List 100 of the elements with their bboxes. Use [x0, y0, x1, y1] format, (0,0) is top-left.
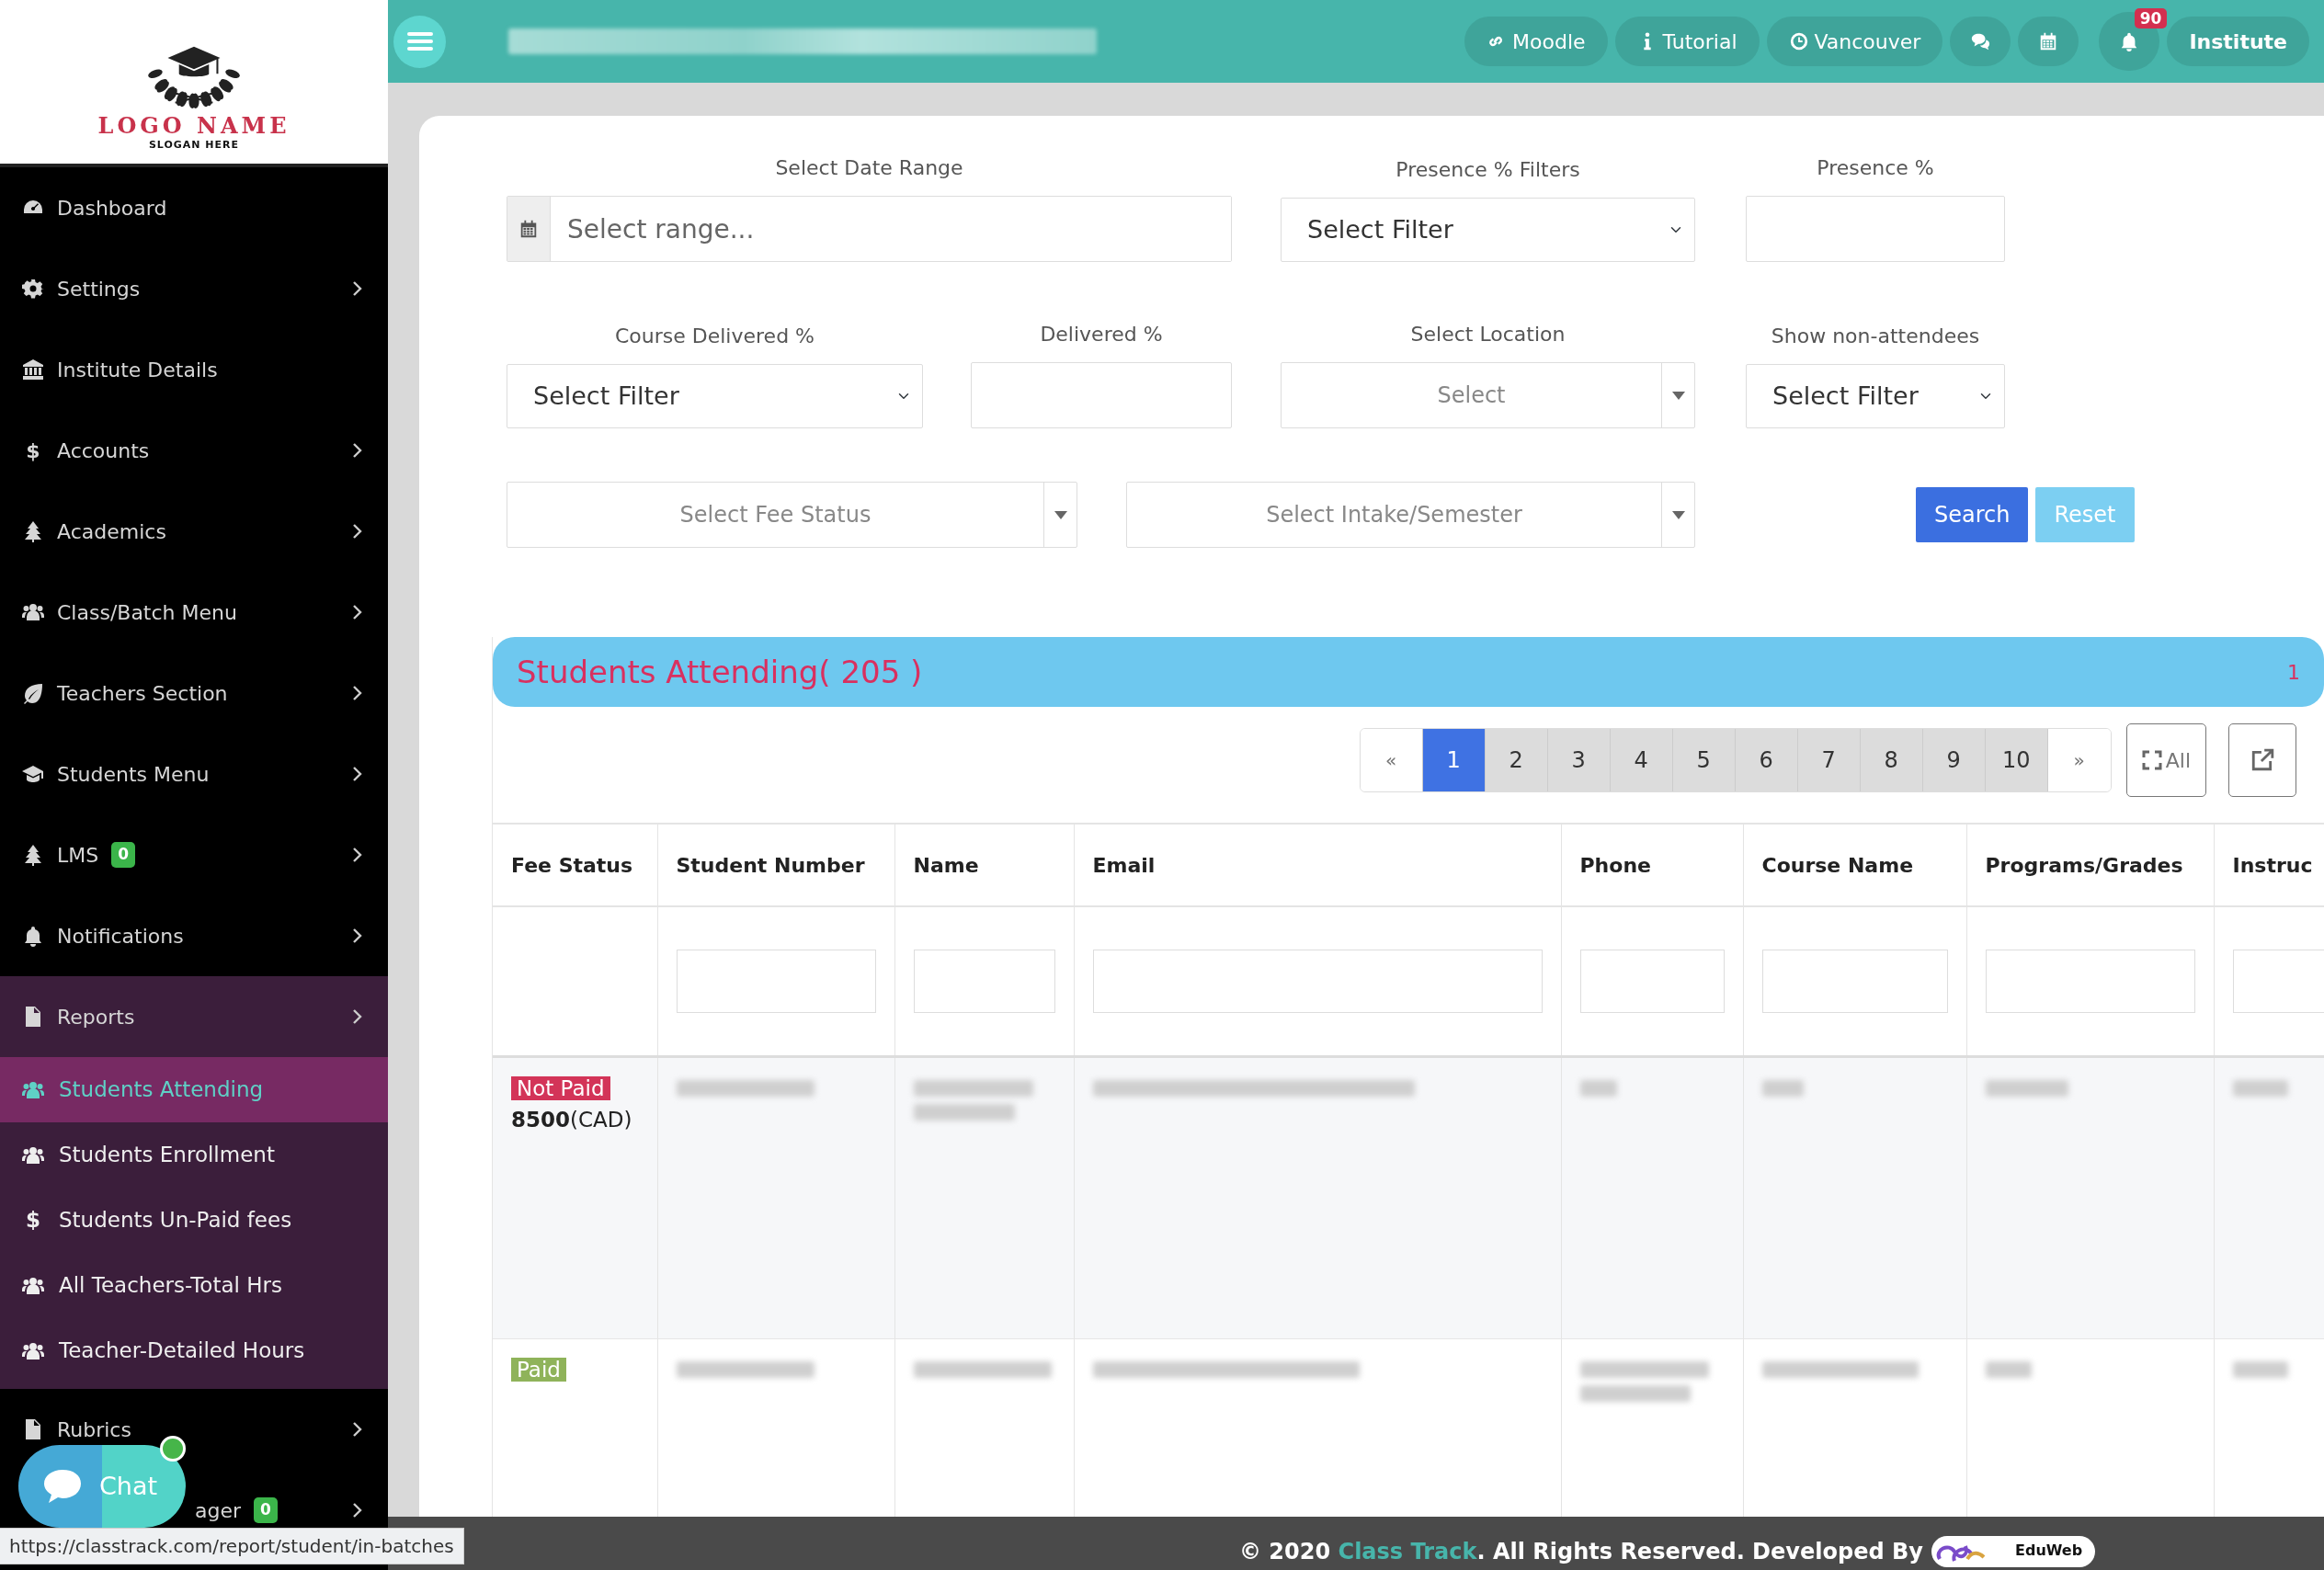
filter-field[interactable] — [913, 949, 1055, 1013]
chevron-icon — [351, 1007, 364, 1026]
dollar-icon: $ — [22, 1204, 44, 1236]
chevron-icon — [351, 765, 364, 783]
chevron-icon — [351, 441, 364, 460]
filter-field[interactable] — [1761, 949, 1948, 1013]
column-header: Course Name — [1743, 824, 1966, 906]
speech-bubble-icon — [42, 1468, 83, 1505]
page-button[interactable]: 9 — [1922, 729, 1986, 791]
sidebar-item[interactable]: Dashboard — [0, 167, 388, 248]
expand-icon — [2141, 750, 2162, 770]
graduation-cap-icon — [22, 763, 44, 785]
filter-field[interactable] — [1985, 949, 2195, 1013]
blurred-text — [1985, 1360, 2032, 1378]
blurred-text — [2232, 1079, 2288, 1097]
column-header: Email — [1074, 824, 1561, 906]
select-field[interactable]: Select Filter — [1281, 198, 1695, 262]
field-label: Select Date Range — [775, 155, 963, 181]
sidebar-subitem[interactable]: Teacher-Detailed Hours — [0, 1318, 388, 1383]
brand-link[interactable]: Class Track — [1338, 1539, 1477, 1564]
filter-field[interactable] — [1092, 949, 1543, 1013]
chevron-icon — [351, 279, 364, 298]
bell-icon — [22, 925, 44, 947]
settings-icon — [22, 278, 44, 300]
users-icon — [22, 601, 44, 623]
previous-page-button[interactable]: « — [1360, 729, 1423, 791]
filter-field[interactable] — [1579, 949, 1725, 1013]
page-button[interactable]: 7 — [1797, 729, 1861, 791]
text-field[interactable] — [1746, 196, 2005, 262]
chevron-icon — [351, 603, 364, 621]
combo-field[interactable]: Select Fee Status — [507, 482, 1077, 548]
chevron-icon — [351, 522, 364, 540]
calendar-button[interactable] — [2018, 17, 2079, 66]
page-button[interactable]: 10 — [1985, 729, 2048, 791]
search-button[interactable]: Search — [1916, 487, 2029, 542]
page-button[interactable]: 8 — [1860, 729, 1923, 791]
sidebar-item[interactable]: Settings — [0, 248, 388, 329]
sidebar-subitem[interactable]: All Teachers-Total Hrs — [0, 1253, 388, 1318]
show-all-button[interactable]: All — [2125, 723, 2206, 797]
logo-slogan: SLOGAN HERE — [148, 137, 240, 153]
messages-button[interactable] — [1950, 17, 2011, 66]
developer-logo[interactable]: EduWeb — [1930, 1535, 2096, 1568]
sidebar-item[interactable]: Institute Details — [0, 329, 388, 410]
panel-title: Students Attending( 205 ) — [517, 652, 923, 692]
sidebar-subitem[interactable]: Students Attending — [0, 1057, 388, 1122]
logo-name: LOGO NAME — [97, 113, 290, 138]
caret-icon — [1054, 510, 1067, 519]
external-link-icon — [2250, 748, 2274, 772]
page-button[interactable]: 1 — [1422, 729, 1486, 791]
sidebar-item[interactable]: Students Menu — [0, 734, 388, 814]
menu-button[interactable] — [393, 15, 446, 68]
blurred-text — [2232, 1360, 2288, 1378]
page-button[interactable]: 5 — [1672, 729, 1736, 791]
field-label: Presence % — [1817, 155, 1934, 181]
field-label: Show non-attendees — [1771, 324, 1980, 349]
select-field[interactable]: Select Filter — [507, 364, 923, 428]
page-indicator: 1 — [2287, 659, 2300, 686]
page-button[interactable]: 3 — [1547, 729, 1611, 791]
footer-text: © 2020 Class Track. All Rights Reserved. Developed By — [1239, 1538, 1923, 1566]
filter-field[interactable] — [676, 949, 876, 1013]
sidebar-item[interactable]: Class/Batch Menu — [0, 572, 388, 653]
sidebar-item[interactable]: Teachers Section — [0, 653, 388, 734]
sidebar-subitem[interactable]: $ Students Un-Paid fees — [0, 1188, 388, 1253]
menu-icon — [406, 30, 433, 52]
select-field[interactable]: Select Filter — [1746, 364, 2005, 428]
sidebar-item[interactable]: ager 0 — [195, 1490, 388, 1530]
blurred-text — [1579, 1079, 1617, 1097]
page-button[interactable]: 4 — [1610, 729, 1673, 791]
page-button[interactable]: 6 — [1735, 729, 1798, 791]
fee-status-badge: Not Paid — [511, 1075, 610, 1100]
chevron-icon — [351, 846, 364, 864]
column-header: Name — [894, 824, 1074, 906]
sidebar-item[interactable]: Academics — [0, 491, 388, 572]
count-badge: 0 — [254, 1497, 278, 1523]
sidebar-item[interactable]: Notifications — [0, 895, 388, 976]
sidebar-item[interactable]: $ Accounts — [0, 410, 388, 491]
chevron-icon — [351, 1420, 364, 1439]
column-header: Student Number — [657, 824, 894, 906]
clock-icon — [1788, 31, 1809, 51]
fee-status-badge: Paid — [511, 1357, 566, 1382]
notification-badge: 90 — [2134, 8, 2168, 29]
field-label: Delivered % — [1040, 322, 1163, 347]
tree-icon — [22, 844, 44, 866]
column-header: Fee Status — [493, 824, 657, 906]
caret-icon — [1671, 510, 1685, 519]
page-button[interactable]: 2 — [1485, 729, 1548, 791]
blurred-text — [1761, 1079, 1804, 1097]
sidebar-subitem[interactable]: Students Enrollment — [0, 1122, 388, 1188]
bank-icon — [22, 358, 44, 381]
leaf-icon — [22, 682, 44, 704]
caret-icon — [1671, 391, 1685, 400]
open-external-button[interactable] — [2228, 723, 2296, 797]
combo-field[interactable]: Select Intake/Semester — [1126, 482, 1695, 548]
count-badge: 0 — [111, 842, 136, 868]
combo-field[interactable]: Select — [1281, 362, 1695, 428]
tree-icon — [22, 520, 44, 542]
text-field[interactable] — [971, 362, 1232, 428]
sidebar-item[interactable]: LMS 0 — [0, 814, 388, 895]
chevron-icon — [351, 684, 364, 702]
sidebar-item[interactable]: Reports — [0, 976, 388, 1057]
